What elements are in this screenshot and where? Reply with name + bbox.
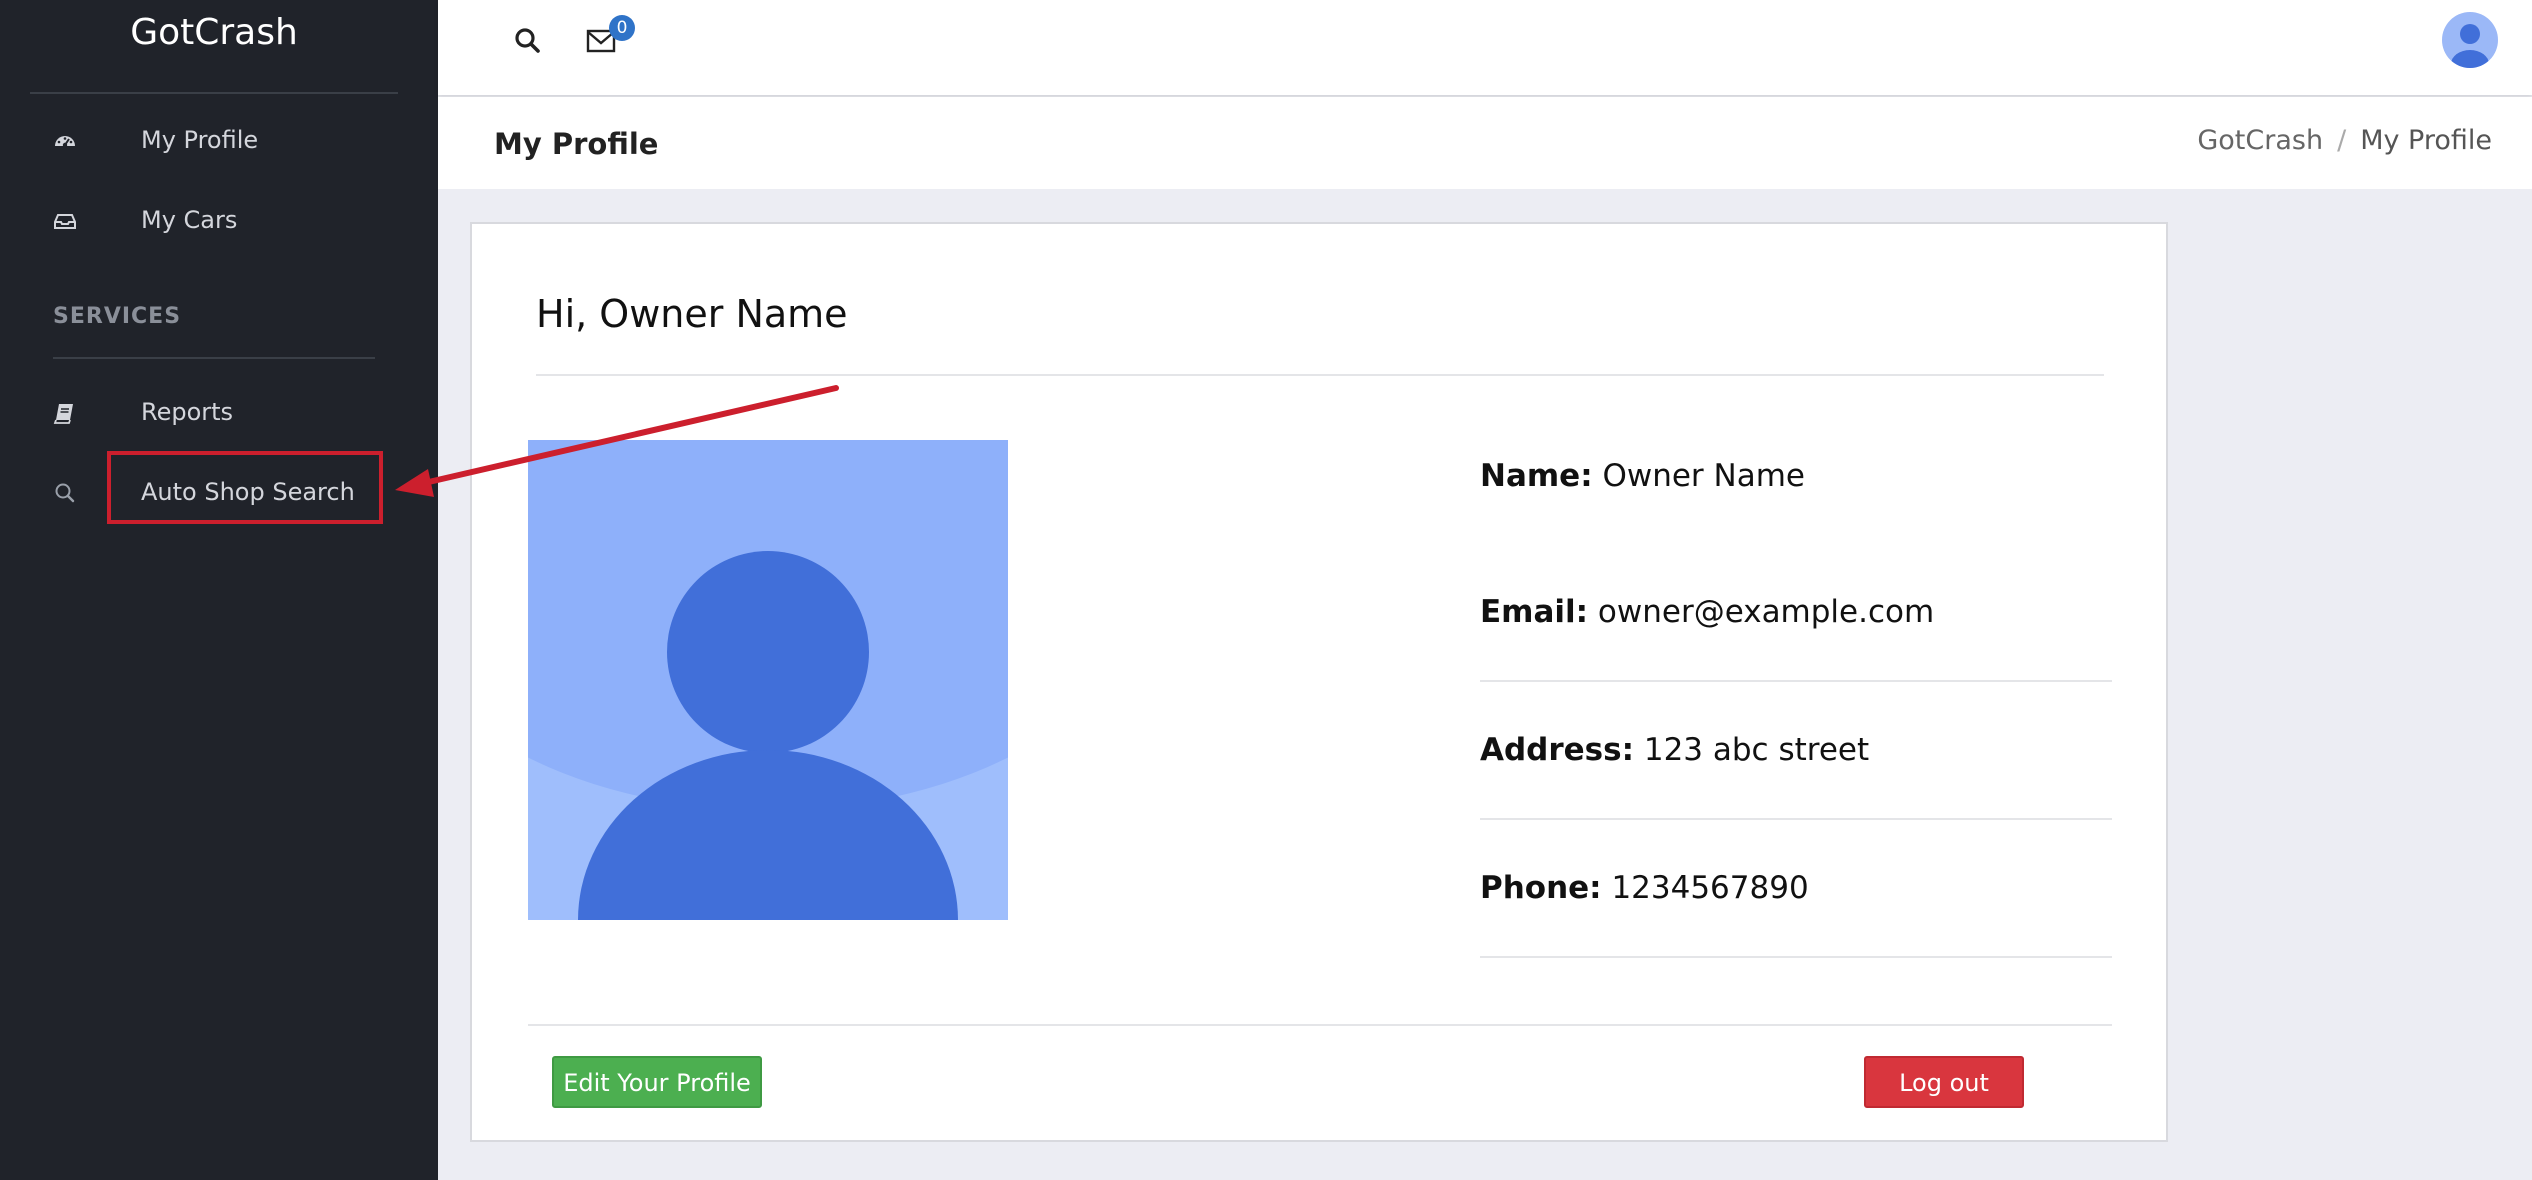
profile-photo-placeholder	[528, 440, 1008, 920]
sidebar-divider	[30, 92, 398, 94]
sidebar-item-reports[interactable]: Reports	[0, 384, 420, 444]
brand-logo[interactable]: GotCrash	[0, 12, 428, 53]
sidebar-item-my-cars[interactable]: My Cars	[0, 192, 420, 252]
logout-button[interactable]: Log out	[1864, 1056, 2024, 1108]
breadcrumb-current: My Profile	[2360, 125, 2492, 156]
top-navbar: 0	[438, 0, 2532, 95]
page-header: My Profile GotCrash / My Profile	[438, 97, 2532, 189]
profile-email-row: Email: owner@example.com	[1480, 594, 1934, 630]
edit-profile-button[interactable]: Edit Your Profile	[552, 1056, 762, 1108]
book-icon	[52, 400, 78, 426]
dashboard-icon	[52, 128, 78, 154]
email-label: Email:	[1480, 594, 1589, 630]
services-divider	[53, 357, 375, 359]
page-title: My Profile	[494, 127, 659, 161]
breadcrumb-home-link[interactable]: GotCrash	[2197, 125, 2323, 156]
info-divider	[1480, 818, 2112, 820]
notification-badge: 0	[609, 15, 635, 41]
phone-value: 1234567890	[1611, 870, 1809, 906]
profile-greeting: Hi, Owner Name	[536, 292, 848, 336]
services-section-label: SERVICES	[53, 304, 182, 329]
profile-card: Hi, Owner Name Name: Owner Name Email: o…	[470, 222, 2168, 1142]
address-value: 123 abc street	[1643, 732, 1870, 768]
card-divider	[536, 374, 2104, 376]
name-value: Owner Name	[1602, 458, 1805, 494]
phone-label: Phone:	[1480, 870, 1602, 906]
search-icon[interactable]	[513, 26, 543, 56]
inbox-icon	[52, 208, 78, 234]
name-label: Name:	[1480, 458, 1593, 494]
card-footer-divider	[528, 1024, 2112, 1026]
annotation-highlight-box	[107, 451, 383, 524]
info-divider	[1480, 680, 2112, 682]
sidebar-item-label: My Profile	[141, 126, 259, 154]
search-icon	[52, 480, 78, 506]
info-divider	[1480, 956, 2112, 958]
breadcrumb-separator: /	[2337, 125, 2347, 156]
sidebar-item-label: Reports	[141, 398, 234, 426]
profile-phone-row: Phone: 1234567890	[1480, 870, 1809, 906]
sidebar-item-label: My Cars	[141, 206, 238, 234]
sidebar: GotCrash My Profile My Cars SERVICES Rep…	[0, 0, 438, 1180]
breadcrumb: GotCrash / My Profile	[2197, 125, 2492, 156]
email-value: owner@example.com	[1597, 594, 1935, 630]
address-label: Address:	[1480, 732, 1634, 768]
sidebar-item-my-profile[interactable]: My Profile	[0, 112, 420, 172]
profile-name-row: Name: Owner Name	[1480, 458, 1805, 494]
user-avatar[interactable]	[2442, 12, 2498, 68]
profile-address-row: Address: 123 abc street	[1480, 732, 1869, 768]
